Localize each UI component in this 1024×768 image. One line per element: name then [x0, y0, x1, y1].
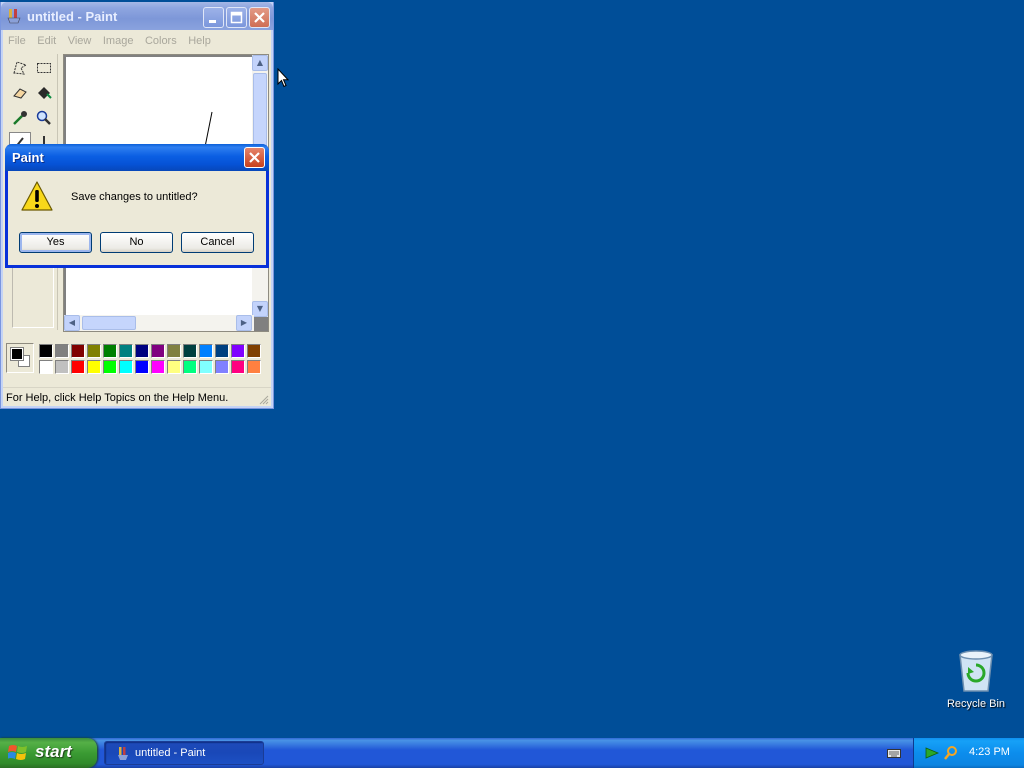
- magnifier-tool[interactable]: [33, 107, 55, 129]
- minimize-button[interactable]: [203, 7, 224, 28]
- cancel-button[interactable]: Cancel: [181, 232, 254, 253]
- color-swatch[interactable]: [119, 360, 133, 374]
- close-icon: [249, 152, 260, 163]
- dialog-title: Paint: [12, 150, 44, 165]
- color-swatch[interactable]: [183, 360, 197, 374]
- menu-image[interactable]: Image: [99, 32, 138, 50]
- search-icon[interactable]: [943, 745, 959, 761]
- color-swatches: [38, 343, 262, 375]
- eyedropper-icon: [13, 111, 27, 125]
- paint-app-icon: [7, 9, 21, 24]
- vertical-scroll-thumb[interactable]: [253, 73, 267, 153]
- scroll-down-icon[interactable]: ▼: [252, 301, 268, 317]
- windows-logo-icon: [8, 745, 27, 760]
- status-text: For Help, click Help Topics on the Help …: [6, 392, 229, 404]
- color-swatch[interactable]: [199, 360, 213, 374]
- dialog-message: Save changes to untitled?: [71, 191, 198, 203]
- color-swatch[interactable]: [183, 344, 197, 358]
- menubar: File Edit View Image Colors Help: [4, 32, 270, 50]
- pick-color-tool[interactable]: [9, 107, 31, 129]
- magnifier-icon: [36, 110, 51, 125]
- color-swatch[interactable]: [167, 360, 181, 374]
- color-swatch[interactable]: [103, 360, 117, 374]
- color-swatch[interactable]: [55, 360, 69, 374]
- scroll-left-icon[interactable]: ◀: [64, 315, 80, 331]
- menu-edit[interactable]: Edit: [33, 32, 60, 50]
- no-button[interactable]: No: [100, 232, 173, 253]
- minimize-icon: [209, 20, 216, 23]
- menu-file[interactable]: File: [4, 32, 30, 50]
- fill-tool[interactable]: [33, 82, 55, 104]
- color-swatch[interactable]: [87, 344, 101, 358]
- color-swatch[interactable]: [71, 344, 85, 358]
- taskbar-button-paint[interactable]: untitled - Paint: [104, 741, 264, 765]
- paint-app-icon: [118, 747, 128, 760]
- color-swatch[interactable]: [215, 360, 229, 374]
- recycle-bin-icon: [959, 650, 993, 692]
- yes-button[interactable]: Yes: [19, 232, 92, 253]
- free-form-select-icon: [13, 61, 28, 75]
- mouse-cursor-icon: [277, 68, 289, 88]
- network-icon[interactable]: [924, 745, 940, 761]
- menu-view[interactable]: View: [64, 32, 96, 50]
- color-swatch[interactable]: [103, 344, 117, 358]
- scroll-up-icon[interactable]: ▲: [252, 55, 268, 71]
- close-icon: [254, 12, 265, 23]
- paint-window-title: untitled - Paint: [27, 9, 118, 24]
- keyboard-icon[interactable]: [887, 747, 901, 759]
- recycle-bin-label: Recycle Bin: [946, 698, 1006, 710]
- maximize-icon: [230, 11, 243, 24]
- select-tool[interactable]: [33, 57, 55, 79]
- scroll-right-icon[interactable]: ▶: [236, 315, 252, 331]
- fill-bucket-icon: [38, 87, 52, 99]
- start-label: start: [35, 742, 72, 761]
- color-swatch[interactable]: [247, 360, 261, 374]
- close-button[interactable]: [249, 7, 270, 28]
- color-swatch[interactable]: [231, 344, 245, 358]
- color-swatch[interactable]: [135, 360, 149, 374]
- color-swatch[interactable]: [135, 344, 149, 358]
- tool-options-panel[interactable]: [12, 262, 54, 328]
- recycle-bin[interactable]: Recycle Bin: [944, 645, 1008, 715]
- color-swatch[interactable]: [231, 360, 245, 374]
- system-tray: 4:23 PM: [913, 738, 1024, 768]
- color-palette: [4, 341, 270, 377]
- color-swatch[interactable]: [151, 360, 165, 374]
- status-bar: For Help, click Help Topics on the Help …: [3, 387, 271, 407]
- eraser-icon: [13, 88, 27, 99]
- maximize-button[interactable]: [226, 7, 247, 28]
- color-swatch[interactable]: [151, 344, 165, 358]
- current-colors: [6, 343, 34, 373]
- horizontal-scrollbar[interactable]: ◀ ▶: [64, 315, 254, 331]
- save-changes-dialog: Paint Save changes to untitled? Yes No C…: [5, 144, 269, 268]
- free-form-select-tool[interactable]: [9, 57, 31, 79]
- color-swatch[interactable]: [199, 344, 213, 358]
- dialog-titlebar[interactable]: Paint: [5, 144, 269, 171]
- horizontal-scroll-thumb[interactable]: [82, 316, 136, 330]
- taskbar: start untitled - Paint 4:23 PM: [0, 738, 1024, 768]
- dialog-close-button[interactable]: [244, 147, 265, 168]
- color-swatch[interactable]: [39, 344, 53, 358]
- taskbar-button-label: untitled - Paint: [135, 747, 206, 759]
- color-swatch[interactable]: [215, 344, 229, 358]
- eraser-tool[interactable]: [9, 82, 31, 104]
- color-swatch[interactable]: [39, 360, 53, 374]
- menu-help[interactable]: Help: [184, 32, 215, 50]
- warning-icon: [21, 181, 53, 211]
- color-swatch[interactable]: [119, 344, 133, 358]
- paint-titlebar[interactable]: untitled - Paint: [1, 2, 273, 30]
- color-swatch[interactable]: [247, 344, 261, 358]
- color-swatch[interactable]: [87, 360, 101, 374]
- clock: 4:23 PM: [969, 746, 1010, 758]
- color-swatch[interactable]: [55, 344, 69, 358]
- start-button[interactable]: start: [0, 738, 97, 768]
- menu-colors[interactable]: Colors: [141, 32, 181, 50]
- foreground-color: [10, 347, 24, 361]
- rectangle-select-icon: [37, 63, 51, 73]
- color-swatch[interactable]: [167, 344, 181, 358]
- color-swatch[interactable]: [71, 360, 85, 374]
- resize-grip-icon[interactable]: [259, 395, 269, 405]
